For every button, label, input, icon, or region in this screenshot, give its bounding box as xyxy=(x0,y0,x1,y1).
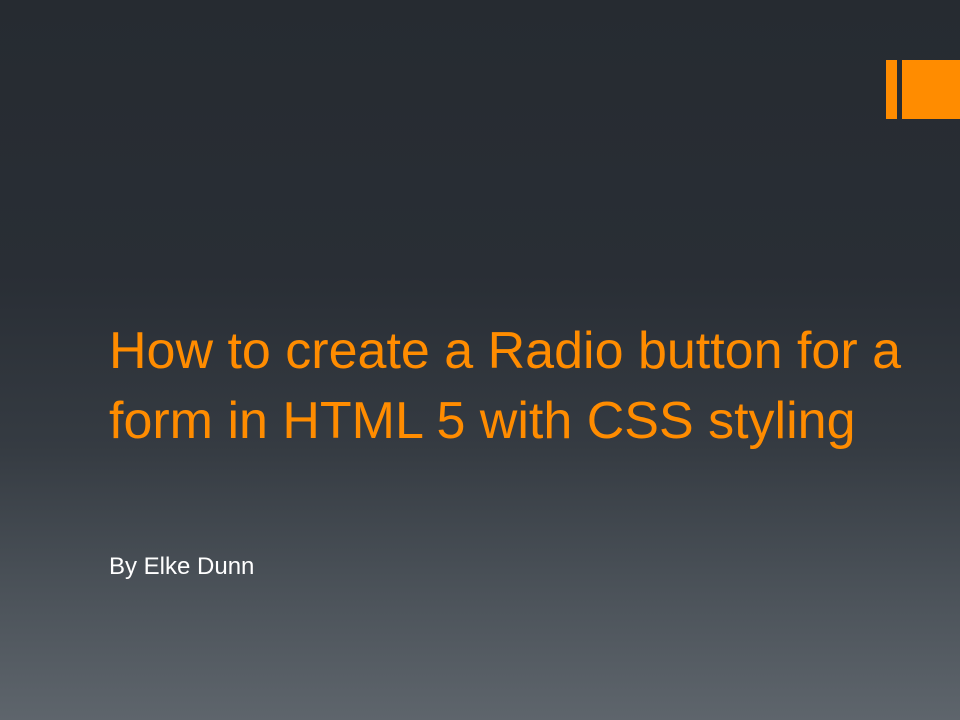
accent-block-decoration xyxy=(902,60,960,119)
slide-subtitle: By Elke Dunn xyxy=(109,553,255,580)
accent-bar-decoration xyxy=(886,60,897,119)
slide: How to create a Radio button for a form … xyxy=(0,0,960,720)
slide-title: How to create a Radio button for a form … xyxy=(109,322,902,450)
